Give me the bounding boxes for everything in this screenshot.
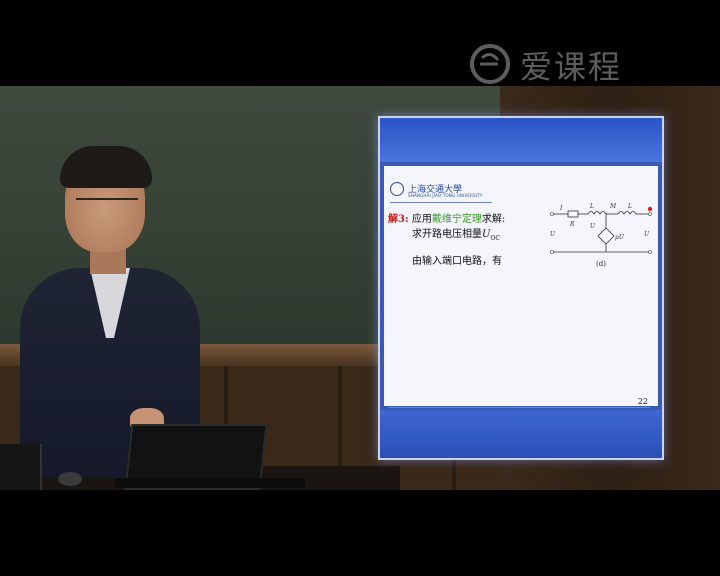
label-m: M [609, 203, 617, 210]
slide-page-number: 22 [637, 397, 648, 406]
slide-header-band [380, 118, 662, 162]
computer-mouse [58, 472, 82, 486]
slide-footer-band [380, 410, 662, 458]
step-post: 求解: [481, 214, 506, 225]
projector-screen: 上海交通大學 SHANGHAI JIAO TONG UNIVERSITY 解3:… [378, 116, 664, 460]
lecturer-glasses [76, 198, 138, 212]
label-uoc: U [644, 231, 650, 238]
inductor-l1 [587, 211, 607, 215]
figure-label: (d) [596, 260, 606, 268]
circuit-diagram: U I R L M L U μU U (d) [550, 203, 653, 268]
university-logo-subtext: SHANGHAI JIAO TONG UNIVERSITY [408, 193, 483, 198]
laptop-base [115, 478, 305, 488]
red-marker-dot [647, 206, 653, 212]
dependent-source [597, 227, 615, 245]
resistor-r1 [567, 210, 579, 218]
header-divider [390, 202, 492, 203]
aikecheng-e-logo-icon [470, 44, 510, 84]
input-port-line: 由输入端口电路，有 [412, 256, 502, 267]
lecturer-hair [60, 146, 152, 188]
step-pre: 应用 [411, 214, 432, 225]
solution-step-line: 解3: 应用戴维宁定理求解: [388, 210, 505, 225]
side-monitor [0, 444, 42, 490]
video-frame: 上海交通大學 SHANGHAI JIAO TONG UNIVERSITY 解3:… [0, 0, 720, 576]
label-l1: L [589, 203, 594, 210]
label-u11: U [590, 223, 596, 230]
uoc-subscript: OC [490, 235, 500, 242]
university-logo: 上海交通大學 SHANGHAI JIAO TONG UNIVERSITY [390, 182, 482, 198]
open-circuit-text: 求开路电压相量 [412, 229, 482, 240]
terminal-right-top [648, 212, 652, 216]
footer-divider [388, 407, 650, 408]
label-current: I [559, 205, 563, 212]
terminal-left-bottom [550, 250, 554, 254]
watermark-brand-text: 爱课程 [520, 48, 623, 86]
university-seal-icon [390, 182, 404, 196]
open-circuit-line: 求开路电压相量UOC [412, 225, 500, 242]
label-ctrl: μU [615, 234, 625, 241]
aikecheng-watermark: 爱课程 [466, 40, 686, 90]
label-source: U [550, 231, 556, 238]
terminal-left-top [550, 212, 554, 216]
inductor-l2 [617, 211, 637, 215]
terminal-right-bottom [648, 250, 652, 254]
label-r: R [569, 221, 575, 228]
step-keyword: 戴维宁定理 [431, 214, 482, 225]
label-l2: L [627, 203, 632, 210]
step-label: 解3: [388, 214, 409, 225]
